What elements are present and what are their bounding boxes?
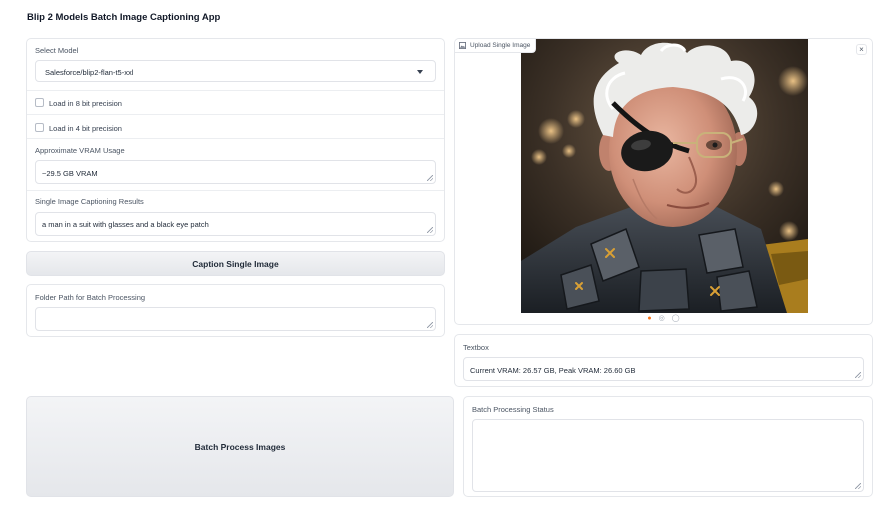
load-8bit-label[interactable]: Load in 8 bit precision xyxy=(49,99,122,108)
model-dropdown-value: Salesforce/blip2-flan-t5-xxl xyxy=(45,68,134,77)
load-4bit-row: Load in 4 bit precision xyxy=(27,115,444,139)
resize-handle-icon[interactable] xyxy=(427,175,433,181)
vram-status-panel: Textbox Current VRAM: 26.57 GB, Peak VRA… xyxy=(454,334,873,387)
folder-path-panel: Folder Path for Batch Processing xyxy=(26,284,445,337)
vram-label: Approximate VRAM Usage xyxy=(35,146,125,155)
settings-panel: Select Model Salesforce/blip2-flan-t5-xx… xyxy=(26,38,445,242)
model-select-row: Select Model Salesforce/blip2-flan-t5-xx… xyxy=(27,39,444,91)
vram-field[interactable]: ~29.5 GB VRAM xyxy=(35,160,436,184)
image-upload-panel[interactable]: Upload Single Image × ● ◎ ◯ xyxy=(454,38,873,325)
model-dropdown[interactable]: Salesforce/blip2-flan-t5-xxl xyxy=(35,60,436,82)
load-4bit-label[interactable]: Load in 4 bit precision xyxy=(49,124,122,133)
chevron-down-icon xyxy=(417,70,423,74)
folder-path-input[interactable] xyxy=(35,307,436,331)
image-carousel-dots: ● ◎ ◯ xyxy=(455,312,872,324)
carousel-dot[interactable]: ◯ xyxy=(672,314,680,322)
carousel-dot[interactable]: ◎ xyxy=(659,314,665,322)
resize-handle-icon[interactable] xyxy=(427,322,433,328)
load-4bit-checkbox[interactable] xyxy=(35,123,44,132)
batch-status-field[interactable] xyxy=(472,419,864,492)
resize-handle-icon[interactable] xyxy=(855,483,861,489)
folder-path-label: Folder Path for Batch Processing xyxy=(35,293,146,302)
vram-status-field[interactable]: Current VRAM: 26.57 GB, Peak VRAM: 26.60… xyxy=(463,357,864,381)
upload-label: Upload Single Image xyxy=(470,42,531,49)
vram-status-value: Current VRAM: 26.57 GB, Peak VRAM: 26.60… xyxy=(470,366,636,375)
portrait-image xyxy=(521,39,808,313)
app-title: Blip 2 Models Batch Image Captioning App xyxy=(27,12,221,23)
load-8bit-checkbox[interactable] xyxy=(35,98,44,107)
single-result-value: a man in a suit with glasses and a black… xyxy=(42,220,209,229)
batch-status-label: Batch Processing Status xyxy=(472,405,554,414)
uploaded-image xyxy=(521,39,808,313)
single-result-row: Single Image Captioning Results a man in… xyxy=(27,191,444,241)
single-result-label: Single Image Captioning Results xyxy=(35,197,144,206)
resize-handle-icon[interactable] xyxy=(427,227,433,233)
image-icon xyxy=(459,42,466,49)
upload-label-tag: Upload Single Image xyxy=(455,39,537,53)
vram-row: Approximate VRAM Usage ~29.5 GB VRAM xyxy=(27,139,444,191)
resize-handle-icon[interactable] xyxy=(855,372,861,378)
single-result-field[interactable]: a man in a suit with glasses and a black… xyxy=(35,212,436,236)
batch-status-panel: Batch Processing Status xyxy=(463,396,873,497)
carousel-dot-active[interactable]: ● xyxy=(647,315,651,322)
clear-image-button[interactable]: × xyxy=(856,44,867,55)
vram-value: ~29.5 GB VRAM xyxy=(42,169,98,178)
model-select-label: Select Model xyxy=(35,46,79,55)
vram-status-label: Textbox xyxy=(463,343,489,352)
caption-single-image-button[interactable]: Caption Single Image xyxy=(26,251,445,276)
load-8bit-row: Load in 8 bit precision xyxy=(27,91,444,115)
batch-process-button[interactable]: Batch Process Images xyxy=(26,396,454,497)
